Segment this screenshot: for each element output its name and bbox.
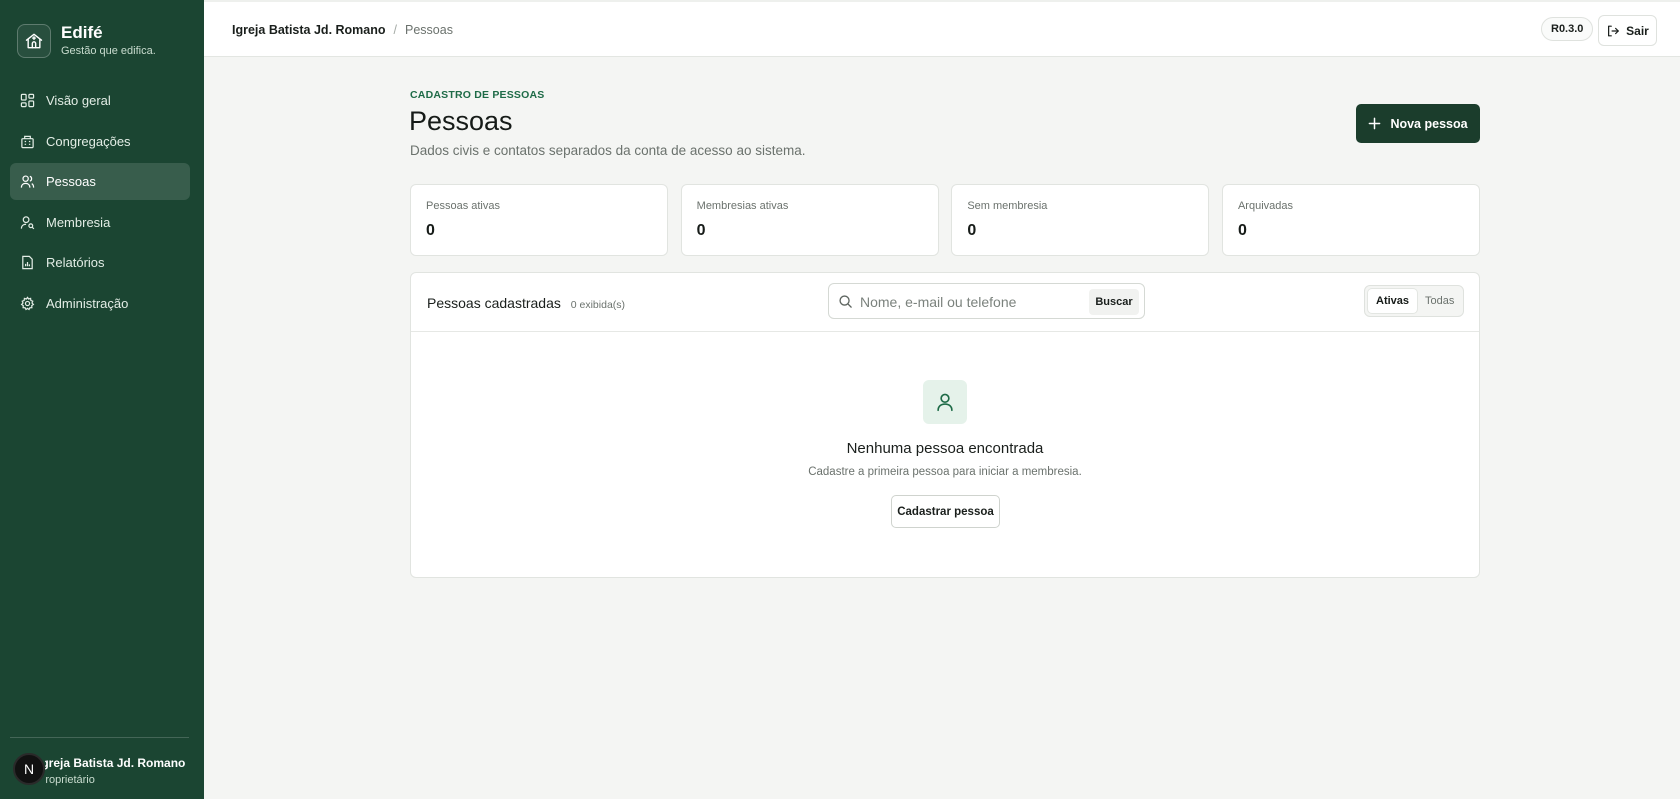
sidebar-item-label: Congregações xyxy=(46,133,131,149)
sidebar-item-relatorios[interactable]: Relatórios xyxy=(10,244,190,281)
sidebar-divider xyxy=(10,737,189,738)
sidebar-item-congregacoes[interactable]: Congregações xyxy=(10,123,190,160)
breadcrumb-separator: / xyxy=(393,23,397,37)
page-eyebrow: CADASTRO DE PESSOAS xyxy=(410,89,545,101)
filter-todas[interactable]: Todas xyxy=(1417,289,1462,313)
sidebar-item-label: Relatórios xyxy=(46,255,105,270)
filter-ativas[interactable]: Ativas xyxy=(1368,289,1418,313)
report-icon xyxy=(20,255,35,270)
user-key-icon xyxy=(20,215,35,230)
logout-button[interactable]: Sair xyxy=(1598,15,1657,46)
stat-value: 0 xyxy=(426,222,435,239)
search-icon xyxy=(839,295,852,308)
logout-label: Sair xyxy=(1626,23,1649,38)
user-role: Proprietário xyxy=(38,774,95,786)
church-house-icon xyxy=(17,23,51,58)
sidebar-item-label: Visão geral xyxy=(46,93,111,108)
sidebar: Edifé Gestão que edifica. Visão geral Co… xyxy=(0,0,204,799)
stat-card-membresias-ativas: Membresias ativas 0 xyxy=(680,184,939,256)
stat-card-pessoas-ativas: Pessoas ativas 0 xyxy=(410,184,668,256)
user-icon xyxy=(923,380,967,424)
panel-title: Pessoas cadastradas 0 exibida(s) xyxy=(427,295,625,311)
user-profile[interactable]: Igreja Batista Jd. Romano Proprietário N xyxy=(0,752,204,792)
sidebar-item-administracao[interactable]: Administração xyxy=(10,285,190,322)
version-badge: R0.3.0 xyxy=(1541,17,1594,41)
panel-title-text: Pessoas cadastradas xyxy=(427,295,561,311)
new-person-button[interactable]: Nova pessoa xyxy=(1356,104,1480,143)
empty-state-subtitle: Cadastre a primeira pessoa para iniciar … xyxy=(808,466,1082,478)
stat-value: 0 xyxy=(967,222,977,239)
grid-icon xyxy=(20,93,35,108)
status-filter: Ativas Todas xyxy=(1364,285,1464,317)
logout-icon xyxy=(1608,25,1620,36)
gear-icon xyxy=(20,295,35,311)
search-button[interactable]: Buscar xyxy=(1089,289,1139,315)
people-panel: Pessoas cadastradas 0 exibida(s) Buscar … xyxy=(410,272,1480,578)
stat-label: Arquivadas xyxy=(1237,200,1294,212)
stat-card-sem-membresia: Sem membresia 0 xyxy=(951,184,1210,256)
breadcrumb: Igreja Batista Jd. Romano / Pessoas xyxy=(232,23,453,37)
sidebar-item-label: Membresia xyxy=(46,214,111,230)
page-description: Dados civis e contatos separados da cont… xyxy=(410,143,806,158)
stat-value: 0 xyxy=(1237,222,1247,239)
empty-state-title: Nenhuma pessoa encontrada xyxy=(846,440,1044,457)
sidebar-item-pessoas[interactable]: Pessoas xyxy=(10,163,190,200)
user-name: Igreja Batista Jd. Romano xyxy=(38,756,186,770)
results-count: 0 exibida(s) xyxy=(570,299,626,311)
avatar[interactable]: N xyxy=(13,753,45,785)
breadcrumb-org[interactable]: Igreja Batista Jd. Romano xyxy=(232,23,386,37)
sidebar-item-label: Pessoas xyxy=(46,174,96,189)
stats-row: Pessoas ativas 0 Membresias ativas 0 Sem… xyxy=(410,184,1480,256)
brand[interactable]: Edifé Gestão que edifica. xyxy=(17,23,156,58)
register-person-button[interactable]: Cadastrar pessoa xyxy=(891,495,1000,528)
breadcrumb-current: Pessoas xyxy=(405,23,453,37)
search-box: Buscar xyxy=(828,283,1145,319)
new-person-label: Nova pessoa xyxy=(1390,116,1468,131)
building-icon xyxy=(20,134,35,149)
users-icon xyxy=(20,174,35,189)
plus-icon xyxy=(1369,117,1381,130)
stat-card-arquivadas: Arquivadas 0 xyxy=(1221,184,1480,256)
sidebar-nav: Visão geral Congregações Pessoas Membres… xyxy=(10,82,190,325)
page-title: Pessoas xyxy=(409,106,513,136)
panel-header: Pessoas cadastradas 0 exibida(s) Buscar … xyxy=(411,273,1479,332)
brand-tagline: Gestão que edifica. xyxy=(61,45,156,57)
stat-label: Pessoas ativas xyxy=(426,200,500,212)
brand-name: Edifé xyxy=(61,23,103,42)
sidebar-item-membresia[interactable]: Membresia xyxy=(10,204,190,241)
search-input[interactable] xyxy=(860,290,1090,314)
stat-label: Membresias ativas xyxy=(696,200,789,212)
sidebar-item-label: Administração xyxy=(46,295,129,311)
sidebar-item-visao-geral[interactable]: Visão geral xyxy=(10,82,190,119)
top-bar: Igreja Batista Jd. Romano / Pessoas R0.3… xyxy=(204,0,1680,57)
stat-value: 0 xyxy=(696,222,706,239)
stat-label: Sem membresia xyxy=(967,200,1048,212)
